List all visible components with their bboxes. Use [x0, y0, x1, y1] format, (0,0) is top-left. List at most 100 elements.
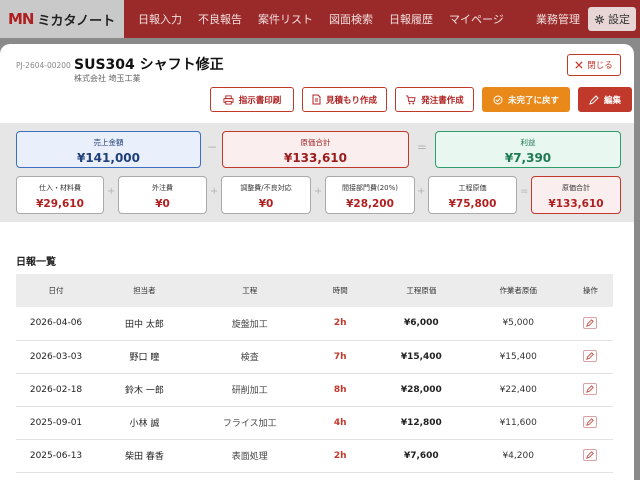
logo-mark: MN [8, 10, 35, 28]
edit-button[interactable]: 編集 [578, 87, 632, 112]
cost-summary: 売上金額 ¥141,000 − 原価合計 ¥133,610 = 利益 ¥7,39… [0, 123, 634, 222]
print-instructions-button[interactable]: 指示書印刷 [210, 87, 294, 112]
nav-mypage[interactable]: マイページ [449, 11, 504, 27]
edit-label: 編集 [603, 95, 621, 106]
row-process: フライス加工 [192, 406, 307, 440]
material-cost-value: ¥29,610 [36, 198, 84, 210]
outsourcing-cost-value: ¥0 [155, 198, 170, 210]
table-row: 2026-03-03 野口 瞳 検査 7h ¥15,400 ¥15,400 [16, 340, 613, 374]
col-actions: 操作 [567, 274, 613, 307]
row-worker-cost: ¥11,600 [468, 406, 568, 440]
total-cost-label: 原価合計 [562, 184, 590, 192]
close-button[interactable]: 閉じる [567, 54, 621, 76]
row-date: 2026-04-06 [16, 307, 97, 341]
pencil-icon[interactable] [583, 449, 598, 461]
profit-card: 利益 ¥7,390 [435, 131, 621, 168]
plus-operator: + [210, 186, 219, 197]
document-icon [312, 94, 321, 105]
app-logo[interactable]: MN ミカタノート [0, 0, 124, 38]
nav-daily-input[interactable]: 日報入力 [138, 11, 182, 27]
revert-label: 未完了に戻す [507, 95, 559, 106]
create-estimate-button[interactable]: 見積もり作成 [302, 87, 387, 112]
minus-operator: − [207, 140, 218, 154]
row-process: 研削加工 [192, 373, 307, 407]
nav-report-history[interactable]: 日報履歴 [389, 11, 433, 27]
outsourcing-cost-card: 外注費 ¥0 [118, 176, 207, 214]
row-process-cost: ¥6,000 [373, 307, 469, 341]
plus-operator: + [314, 186, 323, 197]
row-date: 2025-06-13 [16, 439, 97, 473]
logo-text: ミカタノート [37, 13, 116, 29]
edit-icon [589, 94, 599, 105]
sales-amount-card: 売上金額 ¥141,000 [16, 131, 201, 168]
row-worker: 鈴木 一郎 [96, 373, 193, 407]
material-cost-label: 仕入・材料費 [39, 184, 81, 192]
settings-button[interactable]: 設定 [588, 7, 636, 31]
row-worker: 野口 瞳 [96, 340, 193, 374]
nav-defect-report[interactable]: 不良報告 [198, 11, 242, 27]
close-label: 閉じる [587, 61, 613, 71]
row-process-cost: ¥15,400 [373, 340, 469, 374]
printer-icon [223, 94, 234, 105]
pencil-icon[interactable] [583, 316, 598, 329]
col-worker: 担当者 [96, 274, 193, 307]
action-buttons: 指示書印刷 見積もり作成 発注書作成 未完了に戻す 編集 [210, 87, 632, 112]
cart-icon [406, 94, 416, 104]
total-cost-value: ¥133,610 [548, 198, 604, 210]
daily-report-table: 日付 担当者 工程 時間 工程原価 作業者原価 操作 2026-04-06 田中… [16, 274, 613, 473]
pencil-icon[interactable] [583, 416, 598, 428]
cost-label: 原価合計 [300, 138, 331, 147]
indirect-cost-label: 間接部門費(20%) [341, 184, 399, 192]
table-row: 2025-09-01 小林 誠 フライス加工 4h ¥12,800 ¥11,60… [16, 406, 613, 440]
row-hours: 7h [306, 340, 374, 374]
material-cost-card: 仕入・材料費 ¥29,610 [16, 176, 104, 214]
row-worker: 田中 太郎 [96, 307, 193, 341]
row-process: 検査 [192, 340, 307, 374]
row-worker-cost: ¥22,400 [468, 373, 568, 407]
total-cost-card: 原価合計 ¥133,610 [222, 131, 409, 168]
plus-operator: + [417, 186, 426, 197]
row-worker-cost: ¥4,200 [468, 439, 568, 473]
equals-operator: = [417, 140, 428, 154]
nav-business-management[interactable]: 業務管理 [536, 11, 580, 27]
row-date: 2026-02-18 [16, 373, 97, 407]
equals-operator: = [520, 186, 529, 197]
row-worker-cost: ¥15,400 [468, 340, 568, 374]
close-x-icon [575, 61, 583, 69]
adjustment-cost-label: 調整費/不良対応 [240, 184, 292, 192]
outsourcing-cost-label: 外注費 [152, 184, 173, 192]
row-process-cost: ¥12,800 [373, 406, 469, 440]
mark-incomplete-button[interactable]: 未完了に戻す [482, 87, 570, 112]
row-worker: 柴田 春香 [96, 439, 193, 473]
total-cost-breakdown-card: 原価合計 ¥133,610 [531, 176, 621, 214]
adjustment-cost-value: ¥0 [258, 198, 274, 210]
row-actions [567, 406, 613, 440]
process-cost-card: 工程原価 ¥75,800 [428, 176, 517, 214]
profit-value: ¥7,390 [504, 151, 552, 165]
row-hours: 2h [306, 307, 374, 341]
row-hours: 2h [306, 439, 374, 473]
table-header-row: 日付 担当者 工程 時間 工程原価 作業者原価 操作 [16, 274, 613, 307]
process-cost-label: 工程原価 [458, 184, 487, 192]
table-row: 2026-04-06 田中 太郎 旋盤加工 2h ¥6,000 ¥5,000 [16, 307, 613, 341]
daily-report-title: 日報一覧 [16, 257, 56, 268]
main-nav: 日報入力 不良報告 案件リスト 図面検索 日報履歴 マイページ [124, 0, 520, 38]
row-actions [567, 340, 613, 374]
sales-value: ¥141,000 [76, 151, 140, 165]
nav-project-list[interactable]: 案件リスト [258, 11, 313, 27]
row-actions [567, 373, 613, 407]
company-name: 株式会社 埼玉工業 [74, 74, 141, 83]
create-order-button[interactable]: 発注書作成 [395, 87, 474, 112]
row-process: 表面処理 [192, 439, 307, 473]
row-hours: 4h [306, 406, 374, 440]
col-process: 工程 [192, 274, 307, 307]
table-row: 2026-02-18 鈴木 一郎 研削加工 8h ¥28,000 ¥22,400 [16, 373, 613, 407]
row-process: 旋盤加工 [192, 307, 307, 341]
pencil-icon[interactable] [583, 350, 598, 362]
nav-drawing-search[interactable]: 図面検索 [329, 11, 373, 27]
row-date: 2026-03-03 [16, 340, 97, 374]
col-hours: 時間 [306, 274, 374, 307]
pencil-icon[interactable] [583, 383, 598, 395]
col-process-cost: 工程原価 [373, 274, 469, 307]
nav-right: 業務管理 設定 [536, 0, 640, 38]
